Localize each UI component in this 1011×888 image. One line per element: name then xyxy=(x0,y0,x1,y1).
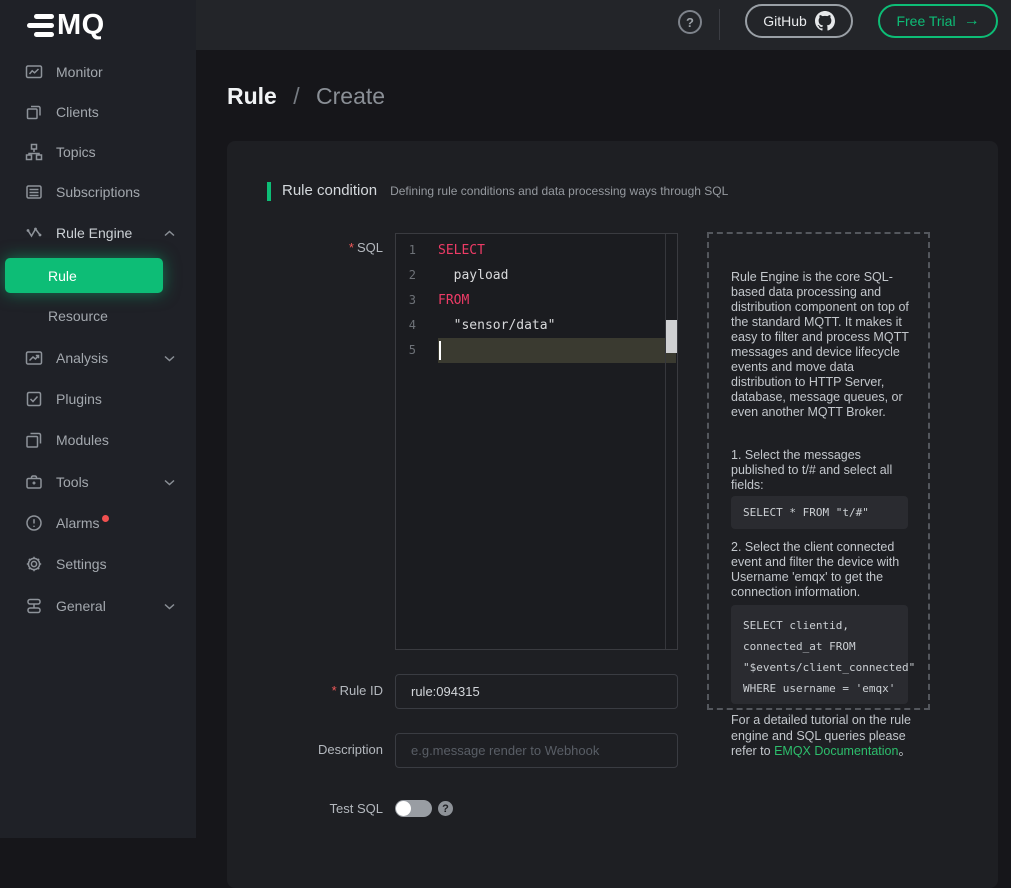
sidebar-item-alarms[interactable]: Alarms xyxy=(0,503,196,543)
breadcrumb-section[interactable]: Rule xyxy=(227,83,277,109)
sidebar-item-plugins[interactable]: Plugins xyxy=(0,379,196,419)
sidebar-item-settings[interactable]: Settings xyxy=(0,544,196,584)
sidebar-item-label: Analysis xyxy=(56,350,108,366)
sidebar-item-rule[interactable]: Rule xyxy=(5,258,163,293)
github-icon xyxy=(815,11,835,31)
arrow-right-icon: → xyxy=(964,14,980,28)
sidebar-item-resource[interactable]: Resource xyxy=(0,296,196,336)
alarms-icon xyxy=(25,514,43,532)
github-button-label: GitHub xyxy=(763,13,807,29)
sidebar-item-label: Modules xyxy=(56,432,109,448)
line-number: 3 xyxy=(396,288,416,313)
breadcrumb-current: Create xyxy=(316,83,385,109)
test-sql-toggle[interactable] xyxy=(395,800,432,817)
alarm-badge xyxy=(102,515,109,522)
sidebar-item-label: Plugins xyxy=(56,391,102,407)
sidebar-item-subscriptions[interactable]: Subscriptions xyxy=(0,172,196,212)
emqx-documentation-link[interactable]: EMQX Documentation xyxy=(774,744,898,758)
free-trial-label: Free Trial xyxy=(896,13,955,29)
modules-icon xyxy=(25,431,43,449)
general-icon xyxy=(25,597,43,615)
subscriptions-icon xyxy=(25,183,43,201)
emq-logo[interactable]: MQ xyxy=(27,11,105,40)
sql-field-label: *SQL xyxy=(227,240,383,255)
help-footer: For a detailed tutorial on the rule engi… xyxy=(731,713,923,760)
editor-scrollbar-thumb[interactable] xyxy=(666,320,677,353)
sidebar-item-label: Monitor xyxy=(56,64,103,80)
settings-icon xyxy=(25,555,43,573)
code-line: SELECT xyxy=(438,238,485,263)
free-trial-button[interactable]: Free Trial → xyxy=(878,4,998,38)
sql-example-1: SELECT * FROM "t/#" xyxy=(731,496,908,529)
sidebar-item-label: Rule Engine xyxy=(56,225,132,241)
text-cursor xyxy=(439,341,441,360)
line-number: 1 xyxy=(396,238,416,263)
help-step1: 1. Select the messages published to t/# … xyxy=(731,448,912,493)
sidebar: MQ Monitor Clients Topics Subscriptions … xyxy=(0,0,196,838)
breadcrumb-separator: / xyxy=(293,83,299,109)
chevron-down-icon xyxy=(164,603,175,610)
analysis-icon xyxy=(25,349,43,367)
main-content: Rule / Create Rule condition Defining ru… xyxy=(196,50,1011,838)
help-icon[interactable]: ? xyxy=(678,10,702,34)
sidebar-item-label: Settings xyxy=(56,556,107,572)
topbar-divider xyxy=(719,9,720,40)
sidebar-item-tools[interactable]: Tools xyxy=(0,462,196,502)
monitor-icon xyxy=(25,63,43,81)
chevron-down-icon xyxy=(164,355,175,362)
sql-example-2: SELECT clientid, connected_at FROM "$eve… xyxy=(731,605,908,704)
sidebar-item-rule-engine[interactable]: Rule Engine xyxy=(0,213,196,253)
test-sql-help-icon[interactable]: ? xyxy=(438,801,453,816)
editor-scrollbar-track xyxy=(665,234,666,649)
sql-editor[interactable]: 1 SELECT 2 payload 3 FROM 4 "sensor/data… xyxy=(395,233,678,650)
section-accent-bar xyxy=(267,182,271,201)
emq-logo-text: MQ xyxy=(57,11,105,40)
rule-engine-icon xyxy=(25,224,43,242)
toggle-knob xyxy=(396,801,411,816)
breadcrumb: Rule / Create xyxy=(227,83,385,110)
sidebar-item-label: Topics xyxy=(56,144,96,160)
sidebar-item-label: General xyxy=(56,598,106,614)
rule-engine-help-panel: Rule Engine is the core SQL-based data p… xyxy=(707,232,930,710)
description-input[interactable] xyxy=(395,733,678,768)
clients-icon xyxy=(25,103,43,121)
sidebar-item-label: Rule xyxy=(48,268,77,284)
sidebar-item-clients[interactable]: Clients xyxy=(0,92,196,132)
card-title: Rule condition xyxy=(282,182,377,199)
sidebar-item-monitor[interactable]: Monitor xyxy=(0,52,196,92)
plugins-icon xyxy=(25,390,43,408)
topics-icon xyxy=(25,143,43,161)
sidebar-item-label: Alarms xyxy=(56,515,100,531)
rule-id-input[interactable] xyxy=(395,674,678,709)
sidebar-item-label: Clients xyxy=(56,104,99,120)
sidebar-item-modules[interactable]: Modules xyxy=(0,420,196,460)
sidebar-item-label: Tools xyxy=(56,474,89,490)
card-subtitle: Defining rule conditions and data proces… xyxy=(390,184,728,198)
sidebar-item-analysis[interactable]: Analysis xyxy=(0,338,196,378)
description-label: Description xyxy=(227,742,383,757)
topbar: ? GitHub Free Trial → xyxy=(196,0,1011,50)
help-intro: Rule Engine is the core SQL-based data p… xyxy=(731,270,912,420)
sidebar-item-topics[interactable]: Topics xyxy=(0,132,196,172)
test-sql-label: Test SQL xyxy=(227,801,383,816)
emq-logo-icon xyxy=(27,14,54,37)
rule-id-label: *Rule ID xyxy=(227,683,383,698)
help-step2: 2. Select the client connected event and… xyxy=(731,540,912,600)
code-line: "sensor/data" xyxy=(438,313,555,338)
sidebar-item-general[interactable]: General xyxy=(0,586,196,626)
code-line: payload xyxy=(438,263,508,288)
chevron-up-icon xyxy=(164,230,175,237)
github-button[interactable]: GitHub xyxy=(745,4,853,38)
sidebar-item-label: Resource xyxy=(48,308,108,324)
rule-condition-card: Rule condition Defining rule conditions … xyxy=(227,141,998,888)
sidebar-item-label: Subscriptions xyxy=(56,184,140,200)
line-number: 4 xyxy=(396,313,416,338)
card-header: Rule condition Defining rule conditions … xyxy=(267,182,728,201)
line-number: 5 xyxy=(396,338,416,363)
tools-icon xyxy=(25,473,43,491)
code-line: FROM xyxy=(438,288,469,313)
line-number: 2 xyxy=(396,263,416,288)
chevron-down-icon xyxy=(164,479,175,486)
